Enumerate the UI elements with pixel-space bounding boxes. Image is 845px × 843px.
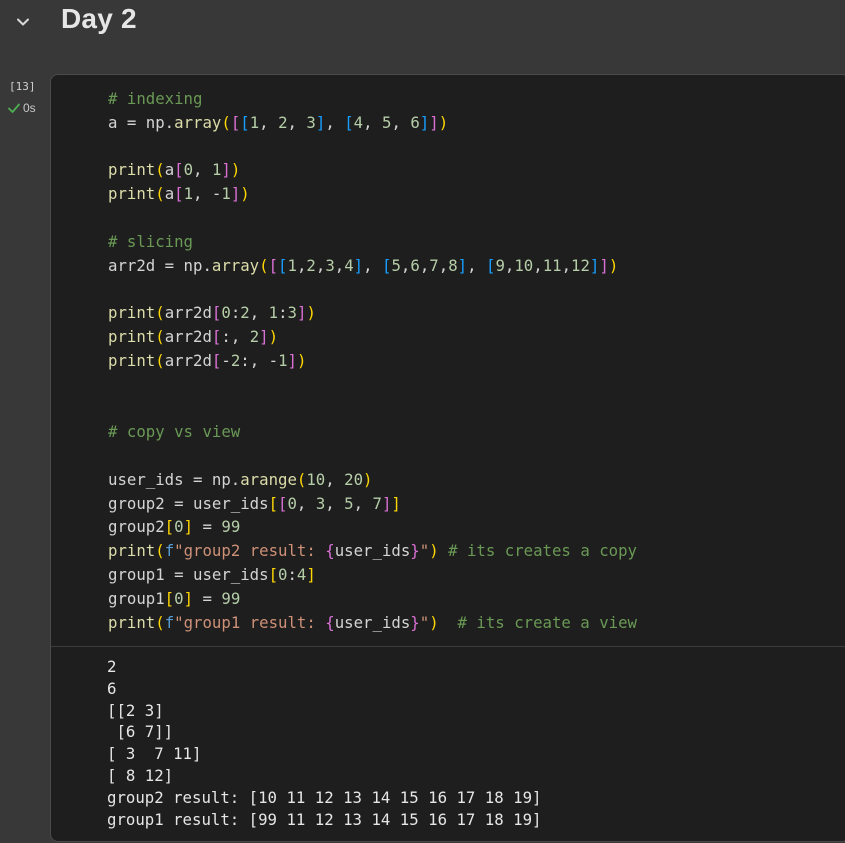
execution-status: 0s <box>7 101 36 115</box>
code-line[interactable]: a = np.array([[1, 2, 3], [4, 5, 6]]) <box>108 111 845 135</box>
code-line[interactable]: print(a[1, -1]) <box>108 182 845 206</box>
section-title: Day 2 <box>61 3 137 34</box>
output-line: [ 8 12] <box>107 765 174 785</box>
code-line[interactable]: group1 = user_ids[0:4] <box>108 563 845 587</box>
section-header: Day 2 <box>0 0 845 46</box>
code-line[interactable]: arr2d = np.array([[1,2,3,4], [5,6,7,8], … <box>108 254 845 278</box>
code-line[interactable] <box>108 277 845 301</box>
code-line[interactable] <box>108 444 845 468</box>
code-line[interactable]: print(arr2d[-2:, -1]) <box>108 349 845 373</box>
code-line[interactable]: # copy vs view <box>108 420 845 444</box>
code-line[interactable] <box>108 206 845 230</box>
output-line: [[2 3] <box>107 700 164 720</box>
code-cell[interactable]: # indexing a = np.array([[1, 2, 3], [4, 5… <box>50 74 845 842</box>
output-line: [ 3 7 11] <box>107 744 202 764</box>
code-line[interactable] <box>108 396 845 420</box>
code-line[interactable]: user_ids = np.arange(10, 20) <box>108 468 845 492</box>
code-line[interactable]: # slicing <box>108 230 845 254</box>
execution-count: [13] <box>9 80 36 93</box>
chevron-down-icon[interactable] <box>14 13 32 31</box>
code-line[interactable] <box>108 135 845 159</box>
cell-output: 2 6 [[2 3] [6 7]][ 3 7 11][ 8 12] group2 re… <box>107 656 845 830</box>
code-line[interactable]: group1[0] = 99 <box>108 587 845 611</box>
code-line[interactable]: group2 = user_ids[[0, 3, 5, 7]] <box>108 492 845 516</box>
output-line: 2 <box>107 657 117 676</box>
code-line[interactable]: print(a[0, 1]) <box>108 158 845 182</box>
code-line[interactable]: # indexing <box>108 87 845 111</box>
output-line: group1 result: [99 11 12 13 14 15 16 17 … <box>107 809 542 829</box>
code-line[interactable]: print(f"group1 result: {user_ids}") # it… <box>108 611 845 635</box>
code-editor[interactable]: # indexing a = np.array([[1, 2, 3], [4, 5… <box>108 87 845 634</box>
output-line: group2 result: [10 11 12 13 14 15 16 17 … <box>107 787 542 807</box>
code-line[interactable]: print(f"group2 result: {user_ids}") # it… <box>108 539 845 563</box>
execution-time: 0s <box>23 101 36 115</box>
code-line[interactable]: print(arr2d[0:2, 1:3]) <box>108 301 845 325</box>
code-line[interactable]: print(arr2d[:, 2]) <box>108 325 845 349</box>
code-line[interactable] <box>108 373 845 397</box>
output-divider <box>51 646 845 647</box>
output-line: [6 7]] <box>107 722 174 742</box>
output-line: 6 <box>107 678 117 698</box>
check-icon <box>8 103 20 113</box>
code-line[interactable]: group2[0] = 99 <box>108 515 845 539</box>
